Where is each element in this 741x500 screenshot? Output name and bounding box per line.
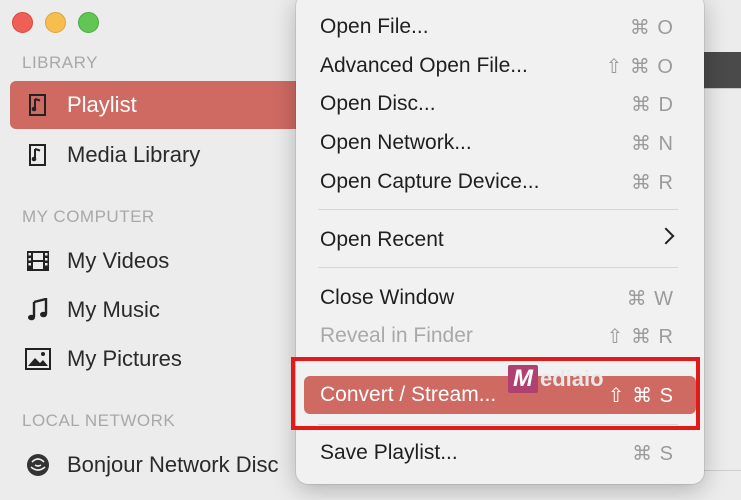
highlight-box	[291, 357, 700, 430]
menu-item-shortcut: ⌘ W	[626, 287, 674, 310]
sidebar-item-my-pictures[interactable]: My Pictures	[10, 335, 310, 383]
sidebar-item-playlist[interactable]: Playlist	[10, 81, 310, 129]
sidebar-item-label: Playlist	[67, 92, 137, 117]
menu-item-shortcut: ⌘ D	[631, 93, 674, 116]
menu-separator	[318, 267, 678, 268]
menu-item-shortcut: ⇧ ⌘ R	[606, 325, 674, 348]
chevron-right-icon	[657, 227, 675, 245]
watermark-text: ediaio	[540, 366, 604, 391]
section-heading-my-computer: MY COMPUTER	[22, 207, 155, 226]
media-library-icon	[24, 143, 52, 167]
menu-item-shortcut: ⌘ N	[631, 132, 674, 155]
menu-item-label: Open File...	[320, 15, 429, 38]
playlist-icon	[24, 93, 52, 117]
minimize-button[interactable]	[45, 12, 66, 33]
watermark-letter: M	[508, 365, 538, 393]
menu-separator	[318, 209, 678, 210]
sidebar-item-label: Bonjour Network Disc	[67, 452, 279, 477]
sidebar-item-my-videos[interactable]: My Videos	[10, 237, 310, 285]
menu-item-shortcut: ⌘ R	[631, 171, 674, 194]
sidebar-item-label: My Videos	[67, 248, 170, 273]
menu-item-label: Open Network...	[320, 131, 472, 154]
sidebar-item-label: My Music	[67, 297, 160, 322]
menu-item-label: Reveal in Finder	[320, 324, 473, 347]
bonjour-icon	[24, 453, 52, 477]
menu-item-reveal-in-finder: Reveal in Finder ⇧ ⌘ R	[304, 317, 696, 355]
sidebar-item-label: Media Library	[67, 142, 201, 167]
menu-item-open-capture-device[interactable]: Open Capture Device... ⌘ R	[304, 163, 696, 201]
sidebar: LIBRARY Playlist Media Library MY COMPUT…	[0, 0, 310, 500]
sidebar-item-bonjour[interactable]: Bonjour Network Disc	[10, 441, 310, 489]
section-heading-local-network: LOCAL NETWORK	[22, 411, 176, 430]
menu-item-open-file[interactable]: Open File... ⌘ O	[304, 8, 696, 46]
menu-item-open-recent[interactable]: Open Recent	[304, 221, 696, 259]
zoom-button[interactable]	[78, 12, 99, 33]
menu-item-open-disc[interactable]: Open Disc... ⌘ D	[304, 85, 696, 123]
menu-item-label: Advanced Open File...	[320, 54, 528, 77]
menu-item-label: Save Playlist...	[320, 441, 458, 464]
menu-item-label: Open Recent	[320, 228, 444, 251]
menu-item-open-network[interactable]: Open Network... ⌘ N	[304, 124, 696, 162]
menu-item-close-window[interactable]: Close Window ⌘ W	[304, 279, 696, 317]
watermark-logo: M ediaio	[508, 364, 606, 394]
sidebar-item-media-library[interactable]: Media Library	[10, 131, 310, 179]
section-heading-library: LIBRARY	[22, 53, 98, 72]
film-icon	[24, 250, 52, 272]
picture-icon	[24, 348, 52, 370]
menu-item-label: Open Disc...	[320, 92, 436, 115]
music-note-icon	[24, 298, 52, 322]
menu-item-advanced-open-file[interactable]: Advanced Open File... ⇧ ⌘ O	[304, 47, 696, 85]
close-button[interactable]	[12, 12, 33, 33]
menu-item-label: Close Window	[320, 286, 455, 309]
menu-item-save-playlist[interactable]: Save Playlist... ⌘ S	[304, 434, 696, 472]
sidebar-item-label: My Pictures	[67, 346, 182, 371]
menu-item-shortcut: ⇧ ⌘ O	[605, 55, 674, 78]
menu-item-shortcut: ⌘ S	[632, 442, 674, 465]
sidebar-item-my-music[interactable]: My Music	[10, 286, 310, 334]
menu-item-label: Open Capture Device...	[320, 170, 540, 193]
menu-item-shortcut: ⌘ O	[629, 16, 674, 39]
